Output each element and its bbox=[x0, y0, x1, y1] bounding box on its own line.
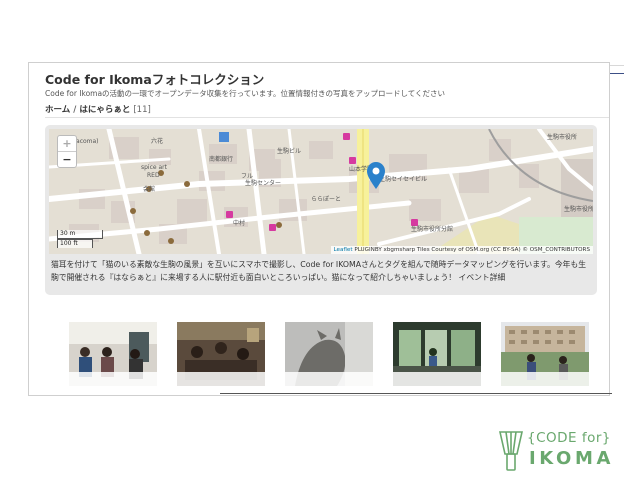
photo-caption-bar bbox=[501, 372, 589, 386]
map-label: 生駒セイセイビル bbox=[379, 175, 427, 183]
map[interactable]: (Tacoma) 六花 spice art RED 南都銀行 会館 フル 生駒セ… bbox=[49, 129, 593, 254]
photo-caption-bar bbox=[177, 372, 265, 386]
photo-caption-bar bbox=[393, 372, 481, 386]
map-zoom-control: + − bbox=[57, 135, 77, 168]
page-subtitle: Code for Ikomaの活動の一環でオープンデータ収集を行っています。位置… bbox=[45, 89, 446, 98]
map-label: ららぽーと bbox=[311, 195, 341, 203]
breadcrumb: ホーム / はにゃらぁと [11] bbox=[45, 103, 151, 115]
map-label: 生駒市役所 bbox=[547, 133, 577, 141]
decor-line-bottom bbox=[220, 393, 612, 394]
scale-metric: 30 m bbox=[57, 230, 103, 239]
photo-thumbnail[interactable] bbox=[393, 322, 481, 386]
photo-thumbnail[interactable] bbox=[501, 322, 589, 386]
event-panel: (Tacoma) 六花 spice art RED 南都銀行 会館 フル 生駒セ… bbox=[45, 125, 597, 295]
map-label: RED bbox=[147, 172, 160, 179]
map-label: 会館 bbox=[143, 185, 155, 193]
breadcrumb-current: はにゃらぁと bbox=[79, 105, 131, 115]
logo-line1: {CODE for} bbox=[527, 430, 612, 446]
map-attribution: Leaflet PLUGINBY xbgmsharp Tiles Courtes… bbox=[330, 246, 593, 254]
page-title: Code for Ikomaフォトコレクション bbox=[45, 72, 265, 87]
map-scale: 30 m 100 ft bbox=[57, 230, 103, 248]
attribution-text: PLUGINBY xbgmsharp Tiles Courtesy of OSM… bbox=[352, 247, 590, 253]
photo-thumbnail[interactable] bbox=[177, 322, 265, 386]
zoom-in-button[interactable]: + bbox=[58, 136, 76, 152]
map-tiles: (Tacoma) 六花 spice art RED 南都銀行 会館 フル 生駒セ… bbox=[49, 129, 593, 254]
scale-imperial: 100 ft bbox=[57, 239, 93, 248]
map-label: 南都銀行 bbox=[209, 155, 233, 163]
map-label: 六花 bbox=[151, 137, 163, 145]
photo-caption-bar bbox=[69, 372, 157, 386]
map-label: 中村 bbox=[233, 219, 245, 227]
photo-count: [11] bbox=[133, 105, 151, 115]
map-label: spice art bbox=[141, 164, 168, 171]
photo-gallery bbox=[69, 322, 589, 386]
logo-line2: IKOMA bbox=[529, 448, 614, 469]
map-label: フル bbox=[241, 173, 253, 180]
zoom-out-button[interactable]: − bbox=[58, 152, 76, 167]
map-label: 生駒市役所 bbox=[564, 205, 593, 213]
divider bbox=[45, 117, 609, 118]
screenshot-frame: Code for Ikomaフォトコレクション Code for Ikomaの活… bbox=[28, 62, 610, 396]
map-label: 生駒センター bbox=[245, 179, 281, 187]
breadcrumb-home-link[interactable]: ホーム bbox=[45, 105, 70, 115]
map-label: 生駒市役所分館 bbox=[411, 225, 453, 233]
photo-caption-bar bbox=[285, 372, 373, 386]
breadcrumb-separator: / bbox=[73, 105, 77, 115]
tea-whisk-icon bbox=[498, 431, 524, 471]
code-for-ikoma-logo: {CODE for} IKOMA bbox=[497, 430, 622, 474]
photo-thumbnail[interactable] bbox=[69, 322, 157, 386]
event-description: 猫耳を付けて「猫のいる素敵な生駒の風景」を互いにスマホで撮影し、Code for… bbox=[51, 260, 587, 282]
photo-thumbnail[interactable] bbox=[285, 322, 373, 386]
map-label: 生駒ビル bbox=[277, 147, 301, 155]
leaflet-link[interactable]: Leaflet bbox=[334, 247, 353, 253]
